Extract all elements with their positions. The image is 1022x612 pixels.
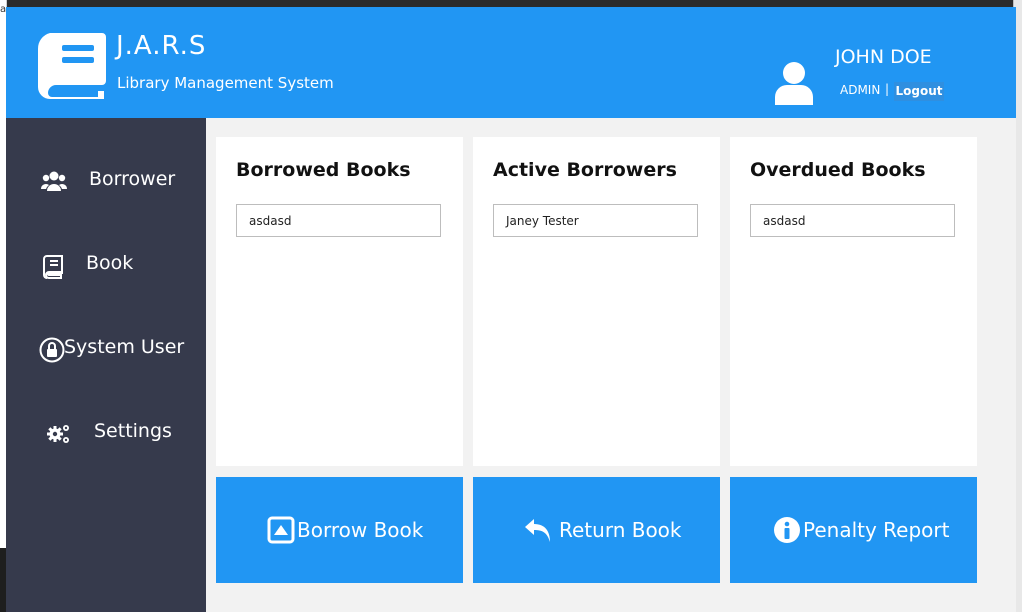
upload-box-icon <box>267 516 295 544</box>
info-circle-icon <box>774 517 800 543</box>
card-title: Borrowed Books <box>236 159 411 181</box>
sidebar-item-borrower[interactable]: Borrower <box>6 146 206 216</box>
lock-icon <box>39 337 65 363</box>
borrow-book-label: Borrow Book <box>297 518 424 542</box>
return-book-button[interactable]: Return Book <box>473 477 720 583</box>
user-name: JOHN DOE <box>835 46 932 68</box>
penalty-report-label: Penalty Report <box>803 518 950 542</box>
sidebar-item-system-user[interactable]: System User <box>6 314 206 384</box>
sidebar-item-label: System User <box>64 336 185 358</box>
book-logo-icon <box>37 33 106 99</box>
app-title: J.A.R.S <box>116 31 207 61</box>
app-window: J.A.R.S Library Management System JOHN D… <box>6 7 1016 612</box>
borrow-book-button[interactable]: Borrow Book <box>216 477 463 583</box>
return-book-label: Return Book <box>559 518 682 542</box>
sidebar: Borrower Book System User Settings <box>6 118 206 612</box>
user-separator: | <box>885 82 890 96</box>
user-avatar-icon <box>775 62 813 105</box>
active-borrowers-list-item[interactable]: Janey Tester <box>493 204 698 237</box>
sidebar-item-settings[interactable]: Settings <box>6 398 206 468</box>
book-icon <box>43 255 63 279</box>
sidebar-item-book[interactable]: Book <box>6 230 206 300</box>
overdued-books-card: Overdued Books asdasd <box>730 137 977 466</box>
users-icon <box>41 171 67 191</box>
borrowed-books-card: Borrowed Books asdasd <box>216 137 463 466</box>
card-title: Active Borrowers <box>493 159 677 181</box>
app-subtitle: Library Management System <box>117 74 334 92</box>
gears-icon <box>47 425 69 443</box>
logout-button[interactable]: Logout <box>894 82 944 101</box>
card-title: Overdued Books <box>750 159 926 181</box>
sidebar-item-label: Settings <box>94 420 172 442</box>
overdued-books-list-item[interactable]: asdasd <box>750 204 955 237</box>
reply-arrow-icon <box>525 519 550 542</box>
penalty-report-button[interactable]: Penalty Report <box>730 477 977 583</box>
header-bar: J.A.R.S Library Management System JOHN D… <box>6 7 1016 118</box>
active-borrowers-card: Active Borrowers Janey Tester <box>473 137 720 466</box>
sidebar-item-label: Borrower <box>89 168 176 190</box>
borrowed-books-list-item[interactable]: asdasd <box>236 204 441 237</box>
user-role: ADMIN <box>840 83 881 97</box>
sidebar-item-label: Book <box>86 252 134 274</box>
